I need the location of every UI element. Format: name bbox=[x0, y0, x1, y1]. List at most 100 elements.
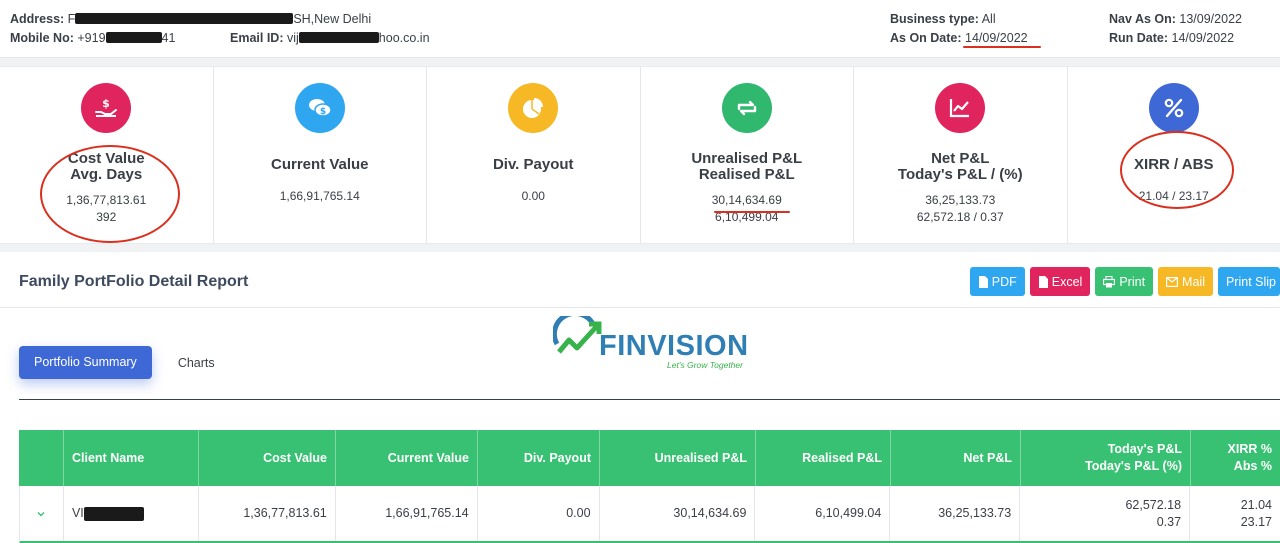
card-xirr-abs: XIRR / ABS 21.04 / 23.17 bbox=[1068, 67, 1280, 243]
percent-icon bbox=[1148, 83, 1199, 133]
card-title: Net P&L bbox=[931, 150, 990, 167]
svg-text:$: $ bbox=[102, 97, 110, 110]
cell-todays-pl: 62,572.18 0.37 bbox=[1020, 486, 1191, 541]
business-type-label: Business type: bbox=[890, 12, 979, 26]
annotation-underline bbox=[713, 211, 790, 213]
card-unrealised-pl: Unrealised P&L Realised P&L 30,14,634.69… bbox=[641, 67, 854, 243]
finvision-logo: FINVISION Let's Grow Together bbox=[553, 316, 748, 376]
report-title: Family PortFolio Detail Report bbox=[19, 273, 249, 290]
column-header-xirr-abs[interactable]: XIRR % Abs % bbox=[1191, 430, 1280, 486]
svg-text:$: $ bbox=[320, 107, 326, 117]
report-tabs: Portfolio Summary Charts bbox=[19, 346, 215, 379]
card-subtitle: Realised P&L bbox=[698, 166, 795, 183]
tab-charts[interactable]: Charts bbox=[178, 356, 215, 370]
redacted-block bbox=[83, 506, 144, 521]
file-excel-icon bbox=[1038, 275, 1048, 288]
expand-row-button[interactable] bbox=[20, 486, 64, 541]
mail-button[interactable]: Mail bbox=[1158, 267, 1213, 296]
table-header-row: Client Name Cost Value Current Value Div… bbox=[19, 430, 1280, 486]
excel-button[interactable]: Excel bbox=[1029, 267, 1091, 296]
print-button-label: Print bbox=[1119, 274, 1146, 289]
redacted-block bbox=[105, 32, 162, 43]
file-pdf-icon bbox=[978, 275, 988, 288]
mobile-suffix: 41 bbox=[161, 31, 176, 45]
card-value: 1,66,91,765.14 bbox=[279, 189, 360, 203]
business-type-field: Business type: All bbox=[890, 12, 996, 26]
cell-abs-value: 23.17 bbox=[1240, 514, 1272, 529]
email-suffix: hoo.co.in bbox=[378, 31, 430, 45]
annotation-circle bbox=[40, 145, 180, 243]
run-date-label: Run Date: bbox=[1109, 31, 1169, 45]
mobile-label: Mobile No: bbox=[10, 31, 74, 45]
cell-cost-value: 1,36,77,813.61 bbox=[199, 486, 336, 541]
column-header-realised-pl[interactable]: Realised P&L bbox=[756, 430, 891, 486]
cell-todays-pl-pct: 0.37 bbox=[1156, 514, 1182, 529]
envelope-icon bbox=[1166, 276, 1179, 287]
card-value: 30,14,634.69 bbox=[711, 193, 782, 207]
column-header-div-payout[interactable]: Div. Payout bbox=[478, 430, 600, 486]
exchange-icon bbox=[721, 83, 772, 133]
excel-button-label: Excel bbox=[1051, 274, 1083, 289]
business-type-value: All bbox=[981, 12, 996, 26]
column-header-current-value[interactable]: Current Value bbox=[336, 430, 478, 486]
card-value: 0.00 bbox=[521, 189, 545, 203]
run-date-value: 14/09/2022 bbox=[1171, 31, 1235, 45]
table-row: VI 1,36,77,813.61 1,66,91,765.14 0.00 30… bbox=[19, 486, 1280, 543]
redacted-block bbox=[75, 13, 294, 24]
nav-as-on-field: Nav As On: 13/09/2022 bbox=[1109, 12, 1242, 26]
column-header-abs-label: Abs % bbox=[1233, 459, 1272, 473]
cell-unrealised-pl: 30,14,634.69 bbox=[600, 486, 756, 541]
tab-portfolio-summary[interactable]: Portfolio Summary bbox=[19, 346, 152, 379]
hand-dollar-icon: $ bbox=[81, 83, 132, 133]
card-net-pl: Net P&L Today's P&L / (%) 36,25,133.73 6… bbox=[854, 67, 1068, 243]
email-field: Email ID: vij hoo.co.in bbox=[230, 31, 430, 45]
printer-icon bbox=[1103, 275, 1116, 287]
column-header-client-name[interactable]: Client Name bbox=[64, 430, 199, 486]
logo-tagline: Let's Grow Together bbox=[667, 360, 743, 370]
address-suffix: SH,New Delhi bbox=[293, 12, 372, 26]
print-button[interactable]: Print bbox=[1095, 267, 1154, 296]
client-name-prefix: VI bbox=[71, 506, 84, 520]
redacted-block bbox=[298, 32, 379, 43]
client-info-header: Address: F SH,New Delhi Mobile No: +919 41… bbox=[0, 0, 1280, 58]
column-header-todays-pl-label: Today's P&L bbox=[1107, 442, 1182, 456]
divider bbox=[0, 307, 1280, 308]
card-title: Current Value bbox=[270, 156, 369, 173]
card-title: Unrealised P&L bbox=[691, 150, 803, 167]
column-header-net-pl[interactable]: Net P&L bbox=[891, 430, 1021, 486]
portfolio-table: Client Name Cost Value Current Value Div… bbox=[19, 430, 1280, 543]
address-field: Address: F SH,New Delhi bbox=[10, 12, 371, 26]
mobile-prefix: +919 bbox=[77, 31, 106, 45]
annotation-circle bbox=[1119, 131, 1234, 209]
cell-div-payout: 0.00 bbox=[478, 486, 600, 541]
mail-button-label: Mail bbox=[1182, 274, 1205, 289]
column-header-unrealised-pl[interactable]: Unrealised P&L bbox=[600, 430, 756, 486]
pdf-button[interactable]: PDF bbox=[969, 267, 1025, 296]
as-on-date-field: As On Date: 14/09/2022 bbox=[890, 31, 1028, 45]
pie-chart-icon bbox=[508, 83, 559, 133]
nav-as-on-value: 13/09/2022 bbox=[1179, 12, 1242, 26]
column-header-todays-pl[interactable]: Today's P&L Today's P&L (%) bbox=[1021, 430, 1191, 486]
column-header-todays-pl-pct-label: Today's P&L (%) bbox=[1085, 459, 1182, 473]
cell-client-name: VI bbox=[64, 486, 199, 541]
address-label: Address: bbox=[10, 12, 65, 26]
cell-xirr-abs: 21.04 23.17 bbox=[1190, 486, 1280, 541]
email-prefix: vij bbox=[286, 31, 299, 45]
cell-current-value: 1,66,91,765.14 bbox=[336, 486, 478, 541]
annotation-underline bbox=[963, 46, 1041, 48]
column-header-xirr-label: XIRR % bbox=[1227, 442, 1272, 456]
chevron-down-icon bbox=[37, 511, 45, 516]
print-slip-button[interactable]: Print Slip bbox=[1217, 267, 1280, 296]
address-prefix: F bbox=[67, 12, 76, 26]
finvision-logo-mark bbox=[553, 316, 602, 354]
card-title: Div. Payout bbox=[492, 156, 574, 173]
line-chart-icon bbox=[935, 83, 986, 133]
card-current-value: $ Current Value 1,66,91,765.14 bbox=[214, 67, 427, 243]
as-on-date-label: As On Date: bbox=[890, 31, 962, 45]
cell-xirr-value: 21.04 bbox=[1240, 497, 1272, 512]
summary-cards: $ Cost Value Avg. Days 1,36,77,813.61 39… bbox=[0, 66, 1280, 244]
logo-wordmark: FINVISION bbox=[599, 330, 749, 362]
column-header-cost-value[interactable]: Cost Value bbox=[199, 430, 336, 486]
cell-realised-pl: 6,10,499.04 bbox=[755, 486, 891, 541]
mobile-field: Mobile No: +919 41 bbox=[10, 31, 175, 45]
